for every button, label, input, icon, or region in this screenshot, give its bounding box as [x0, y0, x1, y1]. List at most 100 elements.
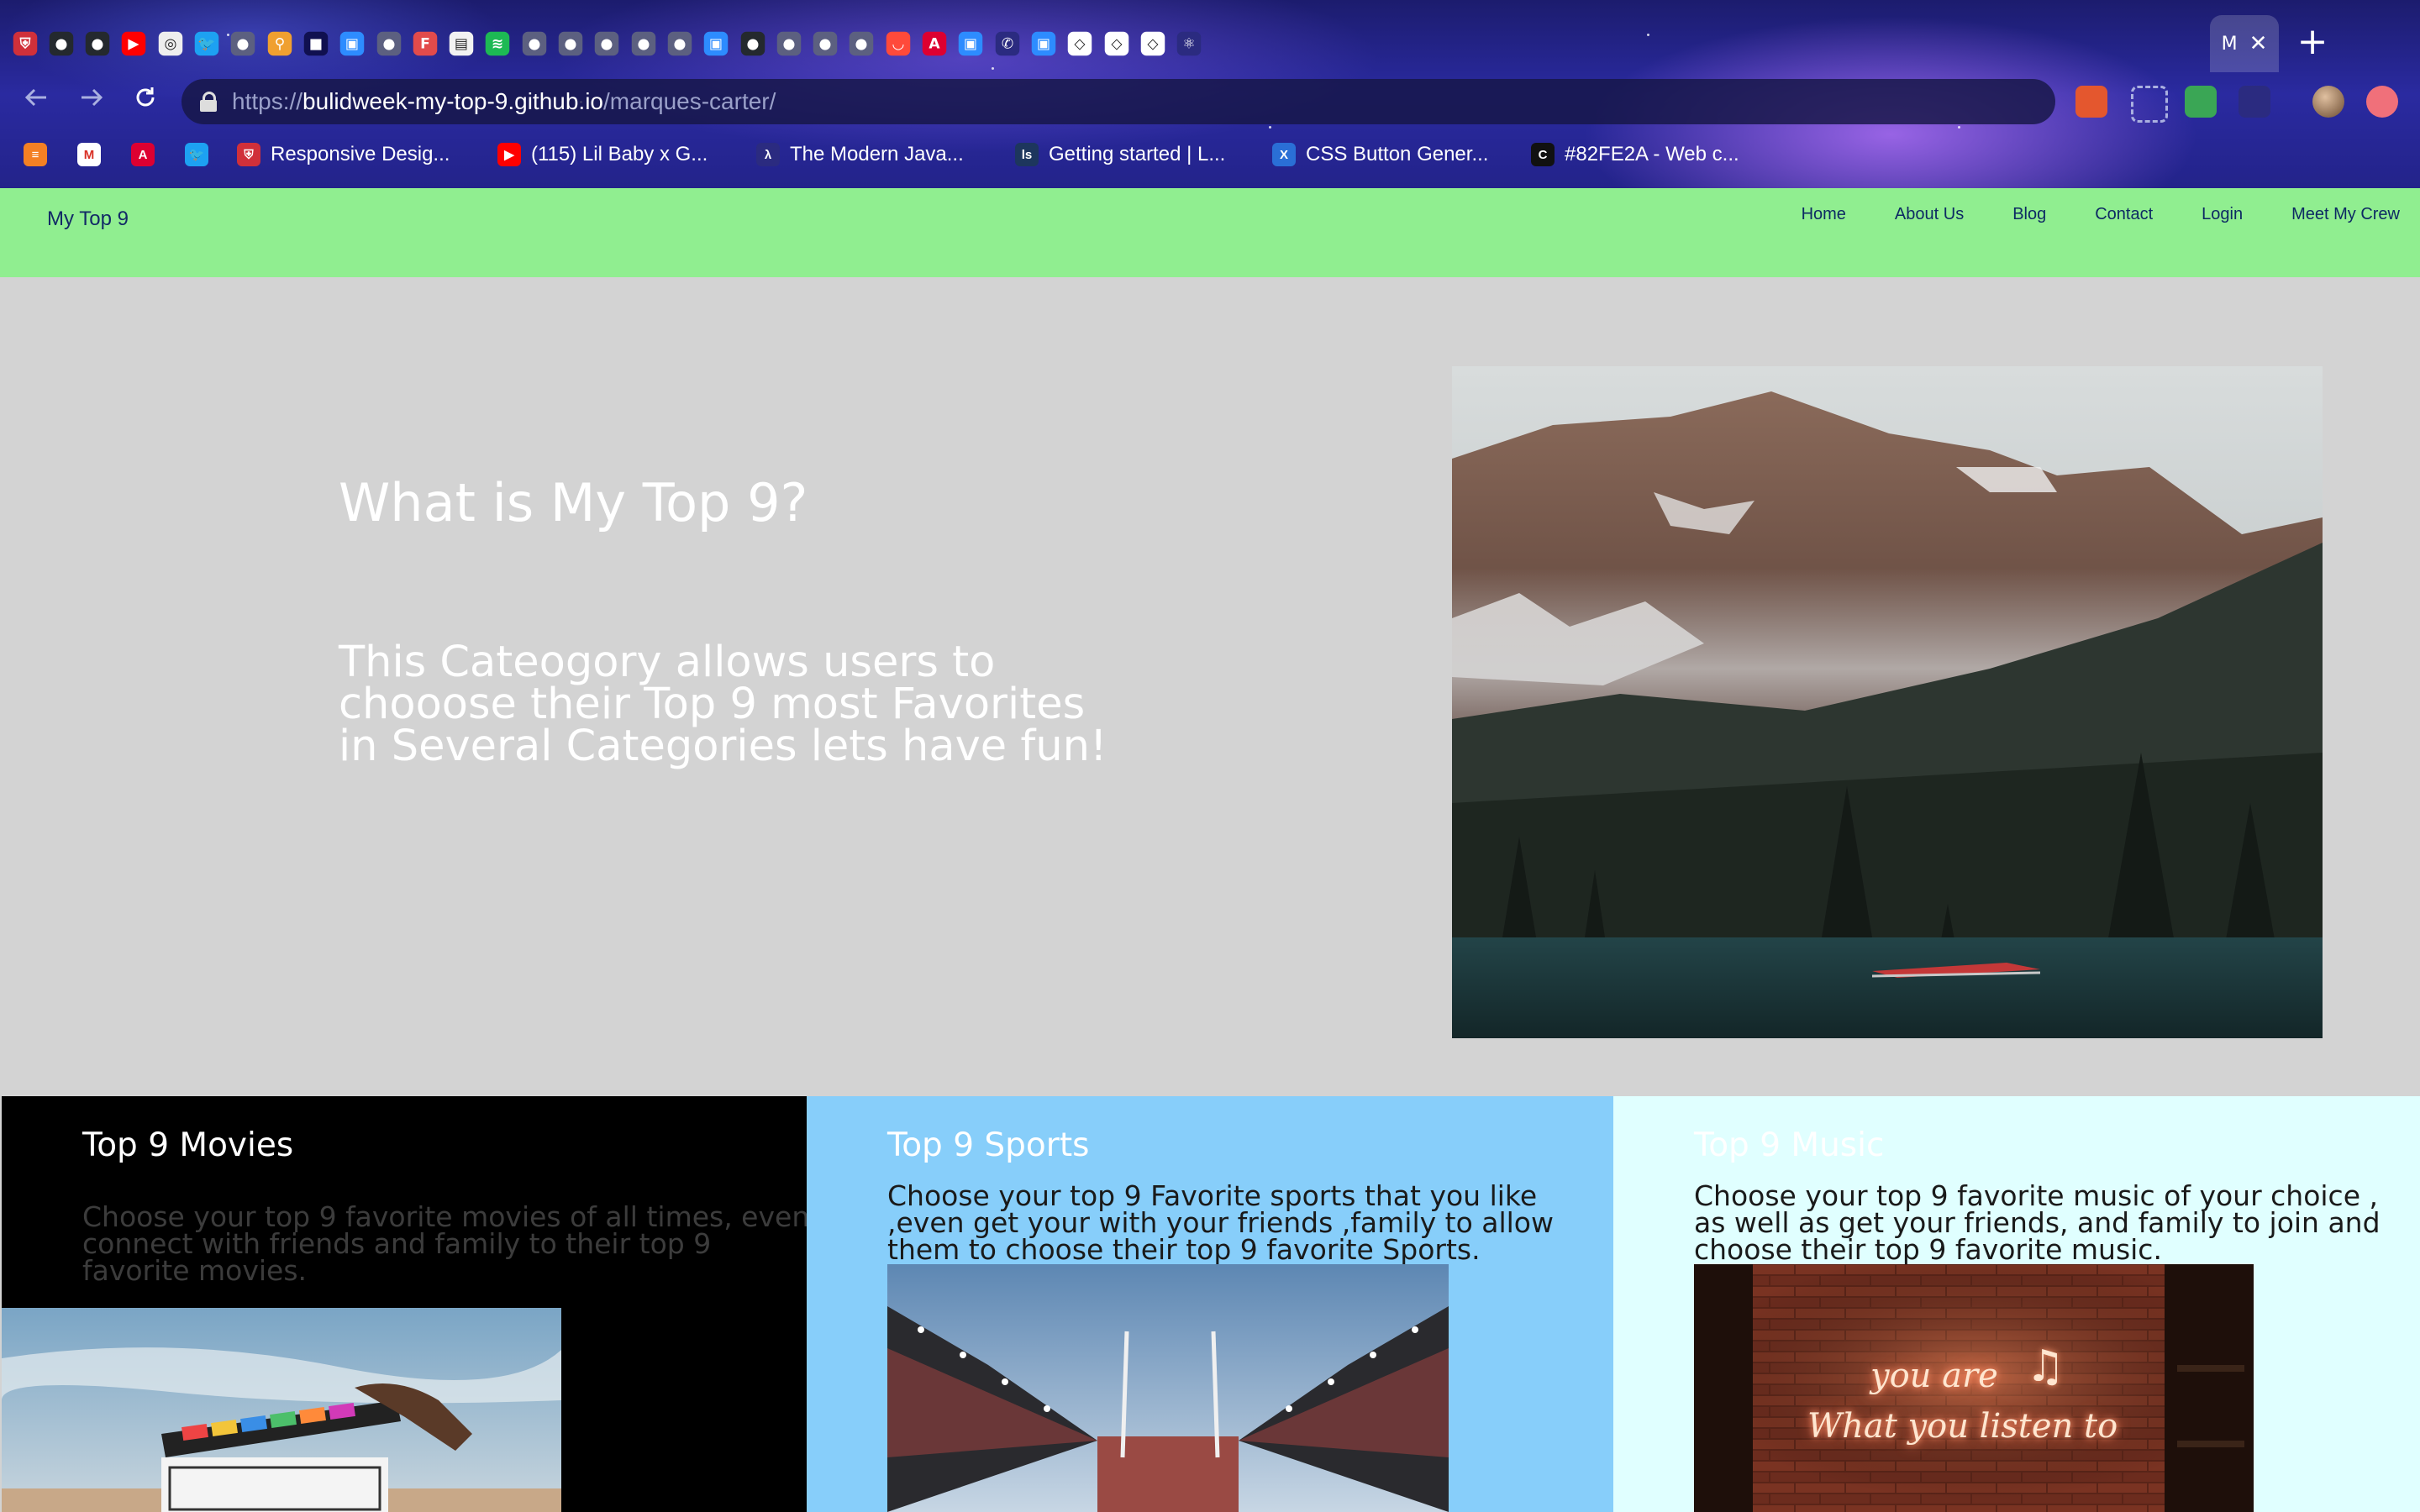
- screenshot-extension-icon[interactable]: [2131, 86, 2168, 123]
- browser-tab[interactable]: ●: [43, 15, 79, 72]
- card-title: Top 9 Music: [1694, 1126, 1885, 1164]
- browser-tab[interactable]: ●: [371, 15, 407, 72]
- browser-tab[interactable]: ✆: [989, 15, 1025, 72]
- bookmark-item[interactable]: ls Getting started | L...: [1015, 138, 1225, 171]
- browser-tab[interactable]: F: [407, 15, 443, 72]
- address-bar[interactable]: https://bulidweek-my-top-9.github.io/mar…: [182, 79, 2055, 124]
- site-logo[interactable]: My Top 9: [47, 208, 139, 230]
- browser-tab[interactable]: ▣: [334, 15, 371, 72]
- shield-red-icon: ⛨: [237, 143, 260, 166]
- browser-tab[interactable]: ●: [844, 15, 880, 72]
- hero-title: What is My Top 9?: [339, 472, 808, 533]
- codepen-icon: ◇: [1067, 31, 1092, 56]
- bookmark-item[interactable]: X CSS Button Gener...: [1272, 138, 1488, 171]
- bookmark-item[interactable]: ▶ (115) Lil Baby x G...: [497, 138, 708, 171]
- browser-tab[interactable]: ●: [661, 15, 697, 72]
- f-icon: F: [413, 31, 438, 56]
- spiral-icon: ◎: [158, 31, 182, 56]
- browser-tab[interactable]: ▣: [1025, 15, 1061, 72]
- browser-tab[interactable]: ●: [553, 15, 589, 72]
- browser-tab[interactable]: ◇: [1134, 15, 1171, 72]
- browser-tab[interactable]: ◡: [880, 15, 916, 72]
- bookmark-item[interactable]: M: [77, 138, 111, 171]
- music-note-icon: ♫: [2026, 1341, 2065, 1392]
- react-icon: ⚛: [1176, 31, 1202, 56]
- nav-link-blog[interactable]: Blog: [2012, 205, 2046, 224]
- globe-icon: ●: [376, 31, 401, 56]
- cast-extension-icon[interactable]: [2238, 86, 2270, 118]
- browser-tab[interactable]: ■: [297, 15, 334, 72]
- browser-tab[interactable]: ●: [734, 15, 771, 72]
- bookmark-item[interactable]: ≡: [24, 138, 57, 171]
- profile-menu-icon[interactable]: [2366, 86, 2398, 118]
- avatar[interactable]: [2312, 86, 2344, 118]
- browser-tab[interactable]: ◎: [152, 15, 188, 72]
- less-icon: ls: [1015, 143, 1039, 166]
- lock-icon[interactable]: [200, 92, 217, 112]
- browser-tab[interactable]: ●: [808, 15, 844, 72]
- card-top-music[interactable]: Top 9 Music Choose your top 9 favorite m…: [1613, 1096, 2420, 1512]
- phone-icon: ✆: [995, 31, 1019, 56]
- browser-tab[interactable]: ●: [516, 15, 552, 72]
- browser-tab[interactable]: ▤: [444, 15, 480, 72]
- zoom-icon: ▣: [703, 31, 729, 56]
- nav-link-home[interactable]: Home: [1802, 205, 1846, 224]
- hero-section: What is My Top 9? This Cateogory allows …: [0, 277, 2420, 1096]
- bookmark-item[interactable]: 🐦: [185, 138, 218, 171]
- nav-link-meet-my-crew[interactable]: Meet My Crew: [2291, 205, 2400, 224]
- browser-tab[interactable]: ≋: [480, 15, 516, 72]
- browser-tab[interactable]: A: [917, 15, 953, 72]
- back-button[interactable]: [17, 82, 55, 121]
- browser-tab[interactable]: ⛨: [7, 15, 43, 72]
- bookmark-label: #82FE2A - Web c...: [1565, 143, 1739, 165]
- browser-tab[interactable]: ⚛: [1171, 15, 1207, 72]
- close-tab-icon[interactable]: ✕: [2249, 31, 2268, 56]
- angular-icon: A: [131, 143, 155, 166]
- tab-strip: ⛨ ● ● ▶ ◎ 🐦 ● ⚲ ■ ▣ ● F ▤ ≋ ● ● ● ● ● ▣ ● ● ● ● ◡ A ▣ ✆ ▣ ◇ ◇ ◇ ⚛ M ✕: [0, 15, 2420, 72]
- url-text[interactable]: https://bulidweek-my-top-9.github.io/mar…: [232, 88, 776, 115]
- globe-icon: ●: [776, 31, 802, 56]
- browser-tab[interactable]: ◇: [1098, 15, 1134, 72]
- new-tab-button[interactable]: +: [2294, 24, 2331, 62]
- nav-link-contact[interactable]: Contact: [2095, 205, 2153, 224]
- browser-toolbar: https://bulidweek-my-top-9.github.io/mar…: [0, 74, 2420, 131]
- codepen-icon: ◇: [1140, 31, 1165, 56]
- card-top-movies[interactable]: Top 9 Movies Choose your top 9 favorite …: [2, 1096, 808, 1512]
- nav-link-about-us[interactable]: About Us: [1895, 205, 1964, 224]
- bookmark-item[interactable]: C #82FE2A - Web c...: [1531, 138, 1739, 171]
- browser-tab[interactable]: ●: [80, 15, 116, 72]
- card-description: Choose your top 9 favorite music of your…: [1694, 1179, 2381, 1266]
- hero-mountain-image: [1452, 366, 2323, 1038]
- browser-tab-active[interactable]: M ✕: [2210, 15, 2279, 72]
- globe-icon: ●: [631, 31, 655, 56]
- bookmark-item[interactable]: A: [131, 138, 165, 171]
- browser-tab[interactable]: ▶: [116, 15, 152, 72]
- shield-red-icon: ⛨: [13, 31, 37, 56]
- reload-button[interactable]: [126, 82, 165, 121]
- github-icon: ●: [740, 31, 765, 56]
- office-extension-icon[interactable]: [2075, 86, 2107, 118]
- card-top-sports[interactable]: Top 9 Sports Choose your top 9 Favorite …: [807, 1096, 1613, 1512]
- figure-icon: λ: [756, 143, 780, 166]
- angular-icon: A: [922, 31, 947, 56]
- browser-tab[interactable]: ▣: [953, 15, 989, 72]
- browser-tab[interactable]: ▣: [698, 15, 734, 72]
- bookmark-item[interactable]: ⛨ Responsive Desig...: [237, 138, 450, 171]
- browser-tab[interactable]: 🐦: [189, 15, 225, 72]
- globe-icon: ●: [231, 31, 255, 56]
- bookmark-item[interactable]: λ The Modern Java...: [756, 138, 964, 171]
- browser-tab[interactable]: ◇: [1062, 15, 1098, 72]
- printer-extension-icon[interactable]: [2185, 86, 2217, 118]
- x-icon: X: [1272, 143, 1296, 166]
- accessibility-icon: ⚲: [267, 31, 292, 56]
- browser-tab[interactable]: ⚲: [261, 15, 297, 72]
- browser-tab[interactable]: ●: [625, 15, 661, 72]
- browser-tab[interactable]: ●: [225, 15, 261, 72]
- bag-icon: ◡: [886, 31, 910, 56]
- zoom-icon: ▣: [339, 31, 365, 56]
- nav-link-login[interactable]: Login: [2202, 205, 2243, 224]
- codepen-icon: ◇: [1104, 31, 1128, 56]
- browser-tab[interactable]: ●: [589, 15, 625, 72]
- forward-button[interactable]: [72, 82, 111, 121]
- browser-tab[interactable]: ●: [771, 15, 807, 72]
